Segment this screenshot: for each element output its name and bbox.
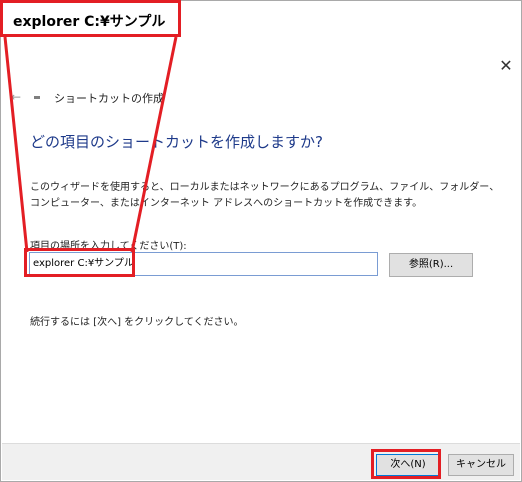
callout-text: explorer C:¥サンプル: [13, 14, 166, 30]
input-highlight: [24, 248, 135, 277]
next-button-highlight: [371, 449, 441, 479]
callout-connector: [3, 36, 178, 253]
callout-box: explorer C:¥サンプル: [0, 0, 181, 37]
